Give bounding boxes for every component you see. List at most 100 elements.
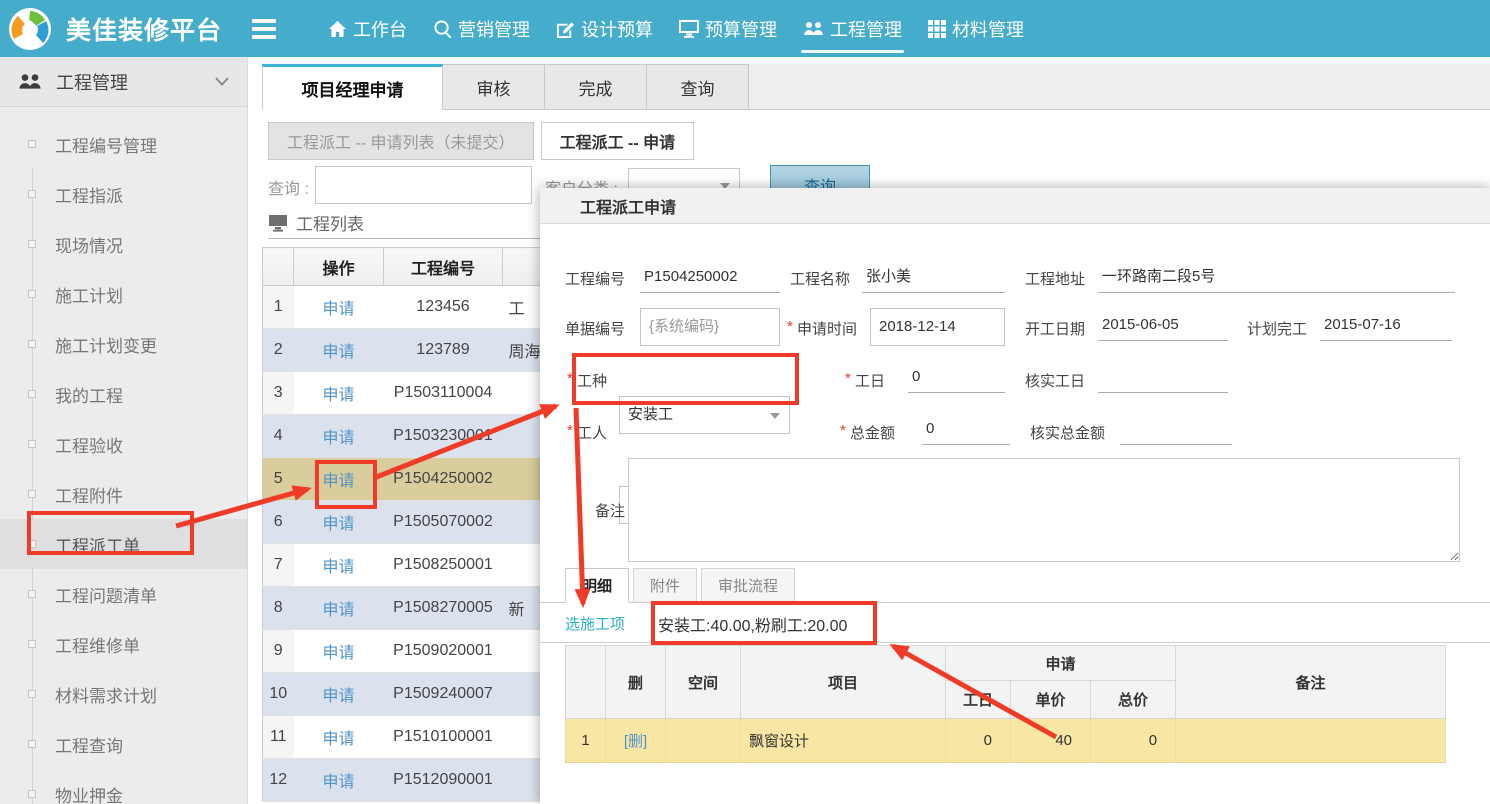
- col-delete: 删: [606, 646, 666, 719]
- apply-link[interactable]: 申请: [322, 645, 354, 662]
- apply-link[interactable]: 申请: [322, 473, 354, 490]
- apply-link[interactable]: 申请: [322, 301, 354, 318]
- nav-item-engineering[interactable]: 工程管理: [801, 0, 904, 57]
- apply-link[interactable]: 申请: [322, 688, 354, 705]
- page: 美佳装修平台 工作台 营销管理 设计预算 预算管理: [0, 0, 1490, 804]
- total-field[interactable]: 0: [922, 415, 1010, 445]
- sidebar-item-label: 现场情况: [55, 232, 123, 257]
- col-space: 空间: [666, 646, 741, 719]
- sidebar-item[interactable]: 工程指派: [0, 169, 247, 219]
- apply-link[interactable]: 申请: [322, 387, 354, 404]
- sidebar-item[interactable]: 物业押金: [0, 769, 247, 804]
- required-mark: *: [567, 422, 573, 439]
- select-work-items-link[interactable]: 选施工项: [565, 613, 625, 634]
- brand-name: 美佳装修平台: [66, 11, 222, 47]
- apply-link[interactable]: 申请: [322, 559, 354, 576]
- tree-bullet-icon: [28, 690, 36, 698]
- sidebar-header-engineering[interactable]: 工程管理: [0, 57, 247, 107]
- nav-item-workbench[interactable]: 工作台: [326, 0, 409, 57]
- sidebar-item[interactable]: 施工计划变更: [0, 319, 247, 369]
- sidebar-item[interactable]: 工程附件: [0, 469, 247, 519]
- delete-link[interactable]: [删]: [624, 733, 647, 750]
- plan-finish-field[interactable]: 2015-07-16: [1320, 311, 1452, 341]
- row-index: 4: [263, 415, 294, 458]
- sidebar-item[interactable]: 工程编号管理: [0, 119, 247, 169]
- project-addr-field[interactable]: 一环路南二段5号: [1098, 263, 1455, 293]
- apply-link[interactable]: 申请: [322, 430, 354, 447]
- tree-bullet-icon: [28, 140, 36, 148]
- sidebar-item[interactable]: 工程验收: [0, 419, 247, 469]
- verify-total-field[interactable]: [1120, 415, 1232, 445]
- start-date-field[interactable]: 2015-06-05: [1098, 311, 1228, 341]
- subtab[interactable]: 工程派工 -- 申请: [541, 122, 695, 160]
- sidebar-item[interactable]: 工程问题清单: [0, 569, 247, 619]
- main-tab[interactable]: 审核: [443, 64, 545, 110]
- main-tab[interactable]: 项目经理申请: [262, 64, 443, 110]
- required-mark: *: [840, 422, 846, 439]
- topbar: 美佳装修平台 工作台 营销管理 设计预算 预算管理: [0, 0, 1490, 57]
- tree-bullet-icon: [28, 590, 36, 598]
- nav-item-budget[interactable]: 预算管理: [677, 0, 779, 57]
- search-input[interactable]: [315, 166, 532, 204]
- detail-tabbar: 明细 附件 审批流程: [540, 568, 1490, 603]
- nav-item-marketing[interactable]: 营销管理: [431, 0, 532, 57]
- col-unit-price: 单价: [1011, 681, 1091, 719]
- sidebar-item[interactable]: 我的工程: [0, 369, 247, 419]
- main-tab[interactable]: 完成: [545, 64, 647, 110]
- apply-link[interactable]: 申请: [322, 731, 354, 748]
- main-tabbar: 项目经理申请 审核 完成 查询: [262, 64, 1490, 110]
- remark-textarea[interactable]: [628, 458, 1460, 562]
- project-name-label: 工程名称: [790, 268, 850, 289]
- sidebar-item[interactable]: 材料需求计划: [0, 669, 247, 719]
- project-name-field[interactable]: 张小美: [862, 263, 1005, 293]
- sidebar-item-label: 施工计划: [55, 282, 123, 307]
- sidebar-item-label: 施工计划变更: [55, 332, 157, 357]
- tree-bullet-icon: [28, 390, 36, 398]
- sidebar-item-label: 工程维修单: [55, 632, 140, 657]
- sidebar-item-label: 材料需求计划: [55, 682, 157, 707]
- monitor-icon: [268, 214, 288, 232]
- col-item: 项目: [741, 646, 946, 719]
- detail-tab[interactable]: 审批流程: [701, 568, 795, 603]
- sidebar-item[interactable]: 工程查询: [0, 719, 247, 769]
- worktype-select[interactable]: 安装工: [619, 396, 790, 434]
- menu-toggle-icon[interactable]: [252, 19, 276, 39]
- sidebar-item[interactable]: 工程维修单: [0, 619, 247, 669]
- workday-field[interactable]: 0: [908, 363, 1005, 393]
- col-action: 操作: [294, 248, 384, 286]
- workday-label: 工日: [855, 370, 885, 391]
- sidebar-item[interactable]: 施工计划: [0, 269, 247, 319]
- row-index: 11: [263, 716, 294, 759]
- apply-link[interactable]: 申请: [322, 602, 354, 619]
- row-index: 7: [263, 544, 294, 587]
- workdays-cell: 0: [946, 719, 1011, 763]
- apply-link[interactable]: 申请: [322, 344, 354, 361]
- project-code-field[interactable]: P1504250002: [640, 263, 780, 293]
- col-workdays: 工日: [946, 681, 1011, 719]
- verify-workday-field[interactable]: [1098, 363, 1228, 393]
- tree-bullet-icon: [28, 290, 36, 298]
- col-code: 工程编号: [384, 248, 503, 286]
- project-code: P1510100001: [384, 716, 503, 759]
- users-icon: [18, 72, 42, 92]
- sidebar-item[interactable]: 工程派工单: [0, 519, 247, 569]
- top-nav: 工作台 营销管理 设计预算 预算管理 工程管理: [326, 0, 1026, 57]
- row-index: 10: [263, 673, 294, 716]
- subtab[interactable]: 工程派工 -- 申请列表（未提交）: [268, 122, 534, 160]
- col-group-apply: 申请: [946, 646, 1176, 681]
- nav-label: 工作台: [353, 16, 407, 42]
- nav-item-design-budget[interactable]: 设计预算: [554, 0, 655, 57]
- apply-link[interactable]: 申请: [322, 774, 354, 791]
- main-tab[interactable]: 查询: [647, 64, 749, 110]
- doc-no-field[interactable]: {系统编码}: [640, 308, 780, 346]
- detail-tab[interactable]: 明细: [565, 568, 629, 603]
- project-code: 123789: [384, 329, 503, 372]
- nav-item-material[interactable]: 材料管理: [926, 0, 1026, 57]
- row-index: 12: [263, 759, 294, 802]
- apply-link[interactable]: 申请: [322, 516, 354, 533]
- project-code: 123456: [384, 286, 503, 329]
- item-cell: 飘窗设计: [741, 719, 946, 763]
- apply-time-field[interactable]: 2018-12-14: [870, 308, 1005, 346]
- sidebar-item[interactable]: 现场情况: [0, 219, 247, 269]
- detail-tab[interactable]: 附件: [633, 568, 697, 603]
